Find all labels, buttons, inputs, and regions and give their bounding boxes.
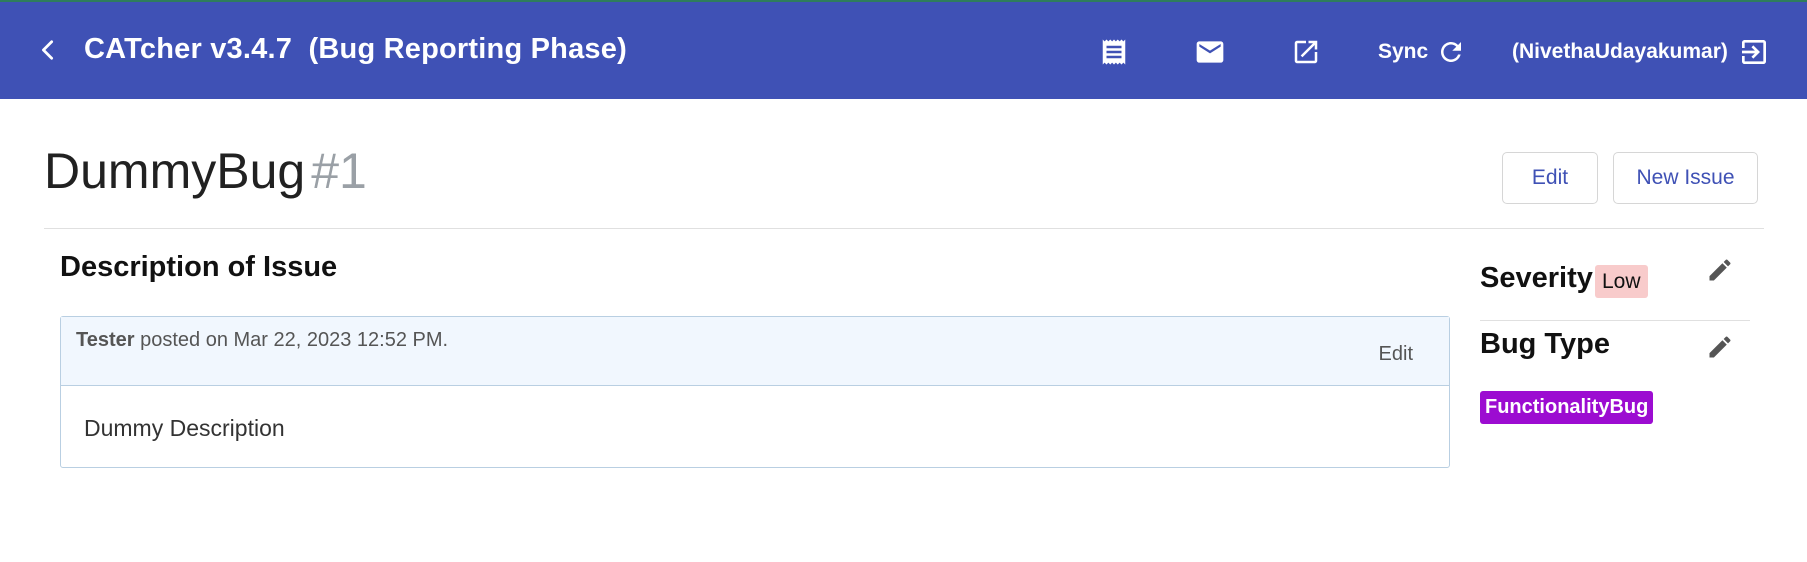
sync-button[interactable]: Sync: [1378, 34, 1466, 70]
mail-button[interactable]: [1192, 34, 1228, 70]
sync-label: Sync: [1378, 40, 1429, 63]
issue-title: DummyBug #1: [44, 142, 367, 200]
refresh-icon: [1441, 42, 1462, 62]
user-label: (NivethaUdayakumar): [1512, 40, 1728, 63]
sidebar-divider: [1480, 320, 1750, 321]
bug-type-label: Bug Type: [1480, 328, 1610, 360]
comment-edit-button[interactable]: Edit: [1379, 343, 1413, 366]
edit-severity-button[interactable]: [1704, 254, 1736, 286]
top-toolbar: CATcher v3.4.7 (Bug Reporting Phase) Syn…: [0, 0, 1807, 99]
receipt-button[interactable]: [1096, 34, 1132, 70]
comment-posted-text: posted on Mar 22, 2023 12:52 PM.: [134, 329, 449, 351]
bug-type-badge: FunctionalityBug: [1480, 391, 1654, 424]
back-button[interactable]: [30, 32, 66, 68]
comment-author: Tester: [76, 329, 135, 351]
app-title: CATcher v3.4.7 (Bug Reporting Phase): [84, 33, 627, 65]
pencil-icon: [1709, 259, 1731, 281]
comment-header: Tester posted on Mar 22, 2023 12:52 PM. …: [61, 317, 1449, 386]
severity-badge: Low: [1595, 265, 1648, 298]
severity-label: Severity: [1480, 262, 1593, 294]
edit-issue-button[interactable]: Edit: [1502, 152, 1598, 204]
receipt-icon: [1102, 39, 1126, 65]
description-heading: Description of Issue: [60, 251, 338, 283]
back-arrow-icon: [42, 40, 54, 60]
open-in-new-button[interactable]: [1288, 34, 1324, 70]
issue-title-text: DummyBug: [44, 143, 306, 199]
logout-button[interactable]: (NivethaUdayakumar): [1512, 34, 1770, 70]
new-issue-button[interactable]: New Issue: [1613, 152, 1758, 204]
pencil-icon: [1709, 336, 1731, 358]
edit-bug-type-button[interactable]: [1704, 331, 1736, 363]
issue-number: #1: [311, 143, 367, 199]
open-in-new-icon: [1294, 40, 1318, 64]
description-comment: Tester posted on Mar 22, 2023 12:52 PM. …: [60, 316, 1450, 468]
title-divider: [44, 228, 1764, 229]
mail-icon: [1196, 41, 1224, 63]
comment-meta: Tester posted on Mar 22, 2023 12:52 PM.: [76, 329, 448, 352]
comment-body: Dummy Description: [84, 415, 285, 441]
logout-icon: [1741, 40, 1766, 64]
